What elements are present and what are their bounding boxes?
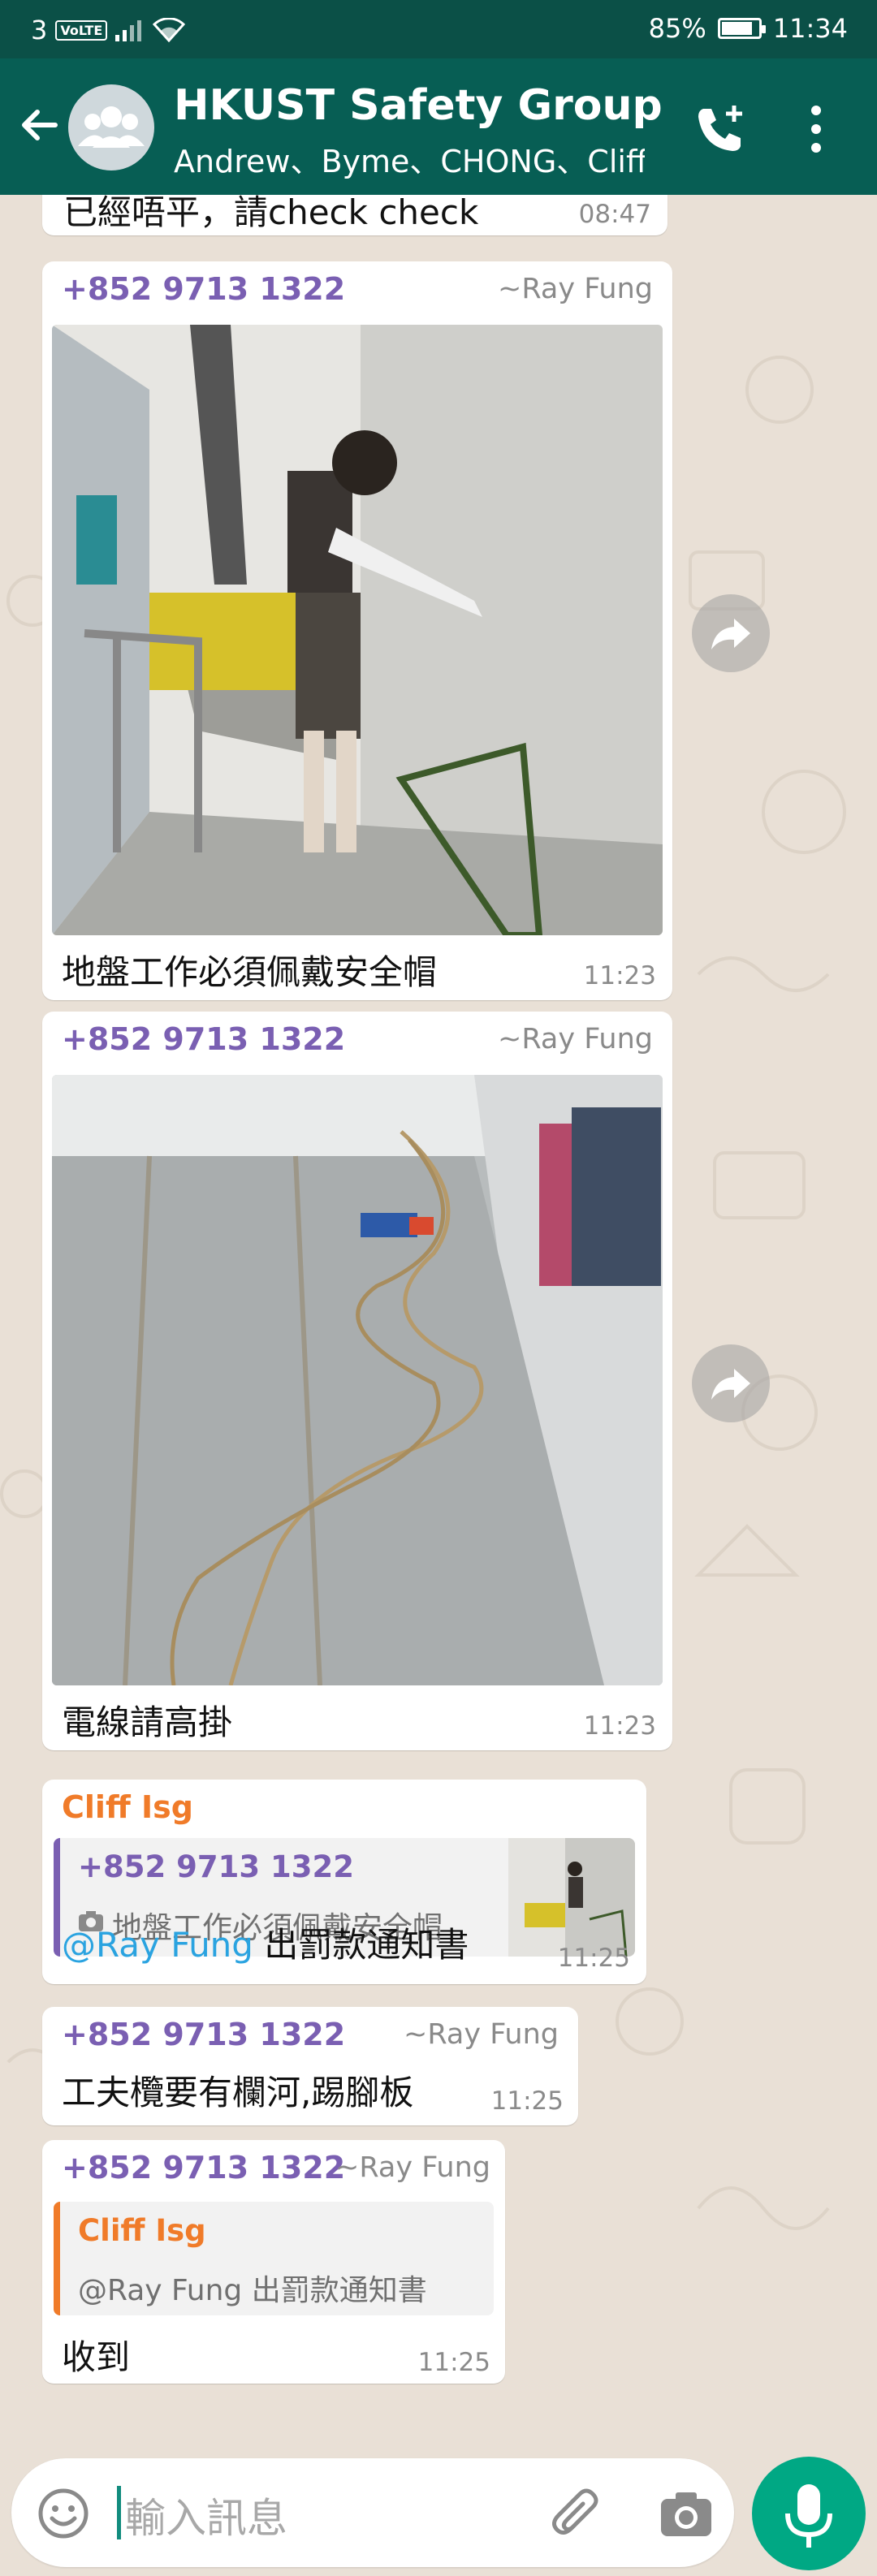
battery-icon [717, 18, 766, 39]
message-input[interactable]: 輸入訊息 [11, 2458, 734, 2567]
carrier-label: 3 [31, 15, 48, 45]
photo-caption: 電線請高掛 [62, 1702, 233, 1742]
photo-worker-plastering-wall[interactable] [52, 325, 663, 935]
message-text: 已經唔平，請check check [63, 195, 479, 232]
message-text: 工夫欖要有欄河,踢腳板 [62, 2073, 414, 2112]
message-time: 11:23 [583, 1711, 656, 1741]
volte-badge: VoLTE [55, 19, 108, 41]
back-arrow-icon[interactable] [15, 101, 63, 149]
chat-area[interactable]: 已經唔平，請check check 08:47 +852 9713 1322 ~… [0, 195, 877, 2452]
text-caret [117, 2486, 121, 2539]
wifi-icon [153, 18, 186, 42]
mention-link[interactable]: @Ray Fung [62, 1925, 253, 1965]
mic-icon [785, 2484, 832, 2548]
composer-bar: 輸入訊息 [0, 2452, 877, 2576]
message-bubble[interactable]: 已經唔平，請check check 08:47 [42, 195, 667, 235]
quoted-message[interactable]: Cliff Isg @Ray Fung 出罰款通知書 [54, 2202, 494, 2315]
quoted-sender: Cliff Isg [78, 2213, 206, 2248]
message-bubble[interactable]: +852 9713 1322 ~Ray Fung 電線請高掛 11:23 [42, 1012, 672, 1750]
message-time: 08:47 [578, 200, 651, 229]
quoted-thumbnail [508, 1838, 635, 1957]
group-members[interactable]: Andrew、Byme、CHONG、Cliff... [174, 136, 645, 181]
message-bubble[interactable]: +852 9713 1322 ~Ray Fung 地盤工作必須佩戴安全帽 11:… [42, 261, 672, 1000]
message-body: 出罰款通知書 [253, 1925, 469, 1965]
more-options-icon[interactable] [796, 102, 836, 156]
camera-icon[interactable] [658, 2486, 715, 2543]
sender-name[interactable]: Cliff Isg [62, 1789, 193, 1825]
message-text: @Ray Fung 出罰款通知書 [62, 1918, 469, 1967]
message-time: 11:25 [557, 1944, 630, 1973]
forward-icon [711, 619, 750, 649]
group-avatar[interactable] [68, 84, 154, 170]
sender-name[interactable]: +852 9713 1322 [62, 1021, 345, 1057]
emoji-icon[interactable] [36, 2486, 91, 2541]
forward-button[interactable] [692, 594, 770, 672]
message-bubble[interactable]: +852 9713 1322 ~Ray Fung 工夫欖要有欄河,踢腳板 11:… [42, 2007, 578, 2125]
sender-alias: ~Ray Fung [404, 2018, 559, 2051]
voice-record-button[interactable] [752, 2457, 866, 2570]
signal-icon [115, 20, 142, 41]
attach-icon[interactable] [547, 2486, 604, 2543]
battery-percent: 85% [648, 13, 706, 44]
message-bubble[interactable]: Cliff Isg +852 9713 1322 地盤工作必須佩戴安全帽 @Ra… [42, 1780, 646, 1984]
message-time: 11:25 [417, 2348, 490, 2377]
photo-caption: 地盤工作必須佩戴安全帽 [62, 952, 438, 992]
clock: 11:34 [772, 13, 848, 44]
message-text: 收到 [62, 2337, 131, 2377]
sender-alias: ~Ray Fung [498, 1023, 653, 1055]
status-bar: 3 VoLTE 85% 11:34 [0, 0, 877, 58]
quoted-text: @Ray Fung 出罰款通知書 [78, 2274, 427, 2307]
photo-cables-on-floor[interactable] [52, 1075, 663, 1685]
sender-name[interactable]: +852 9713 1322 [62, 271, 345, 307]
sender-name[interactable]: +852 9713 1322 [62, 2017, 345, 2052]
chat-header: HKUST Safety Group Andrew、Byme、CHONG、Cli… [0, 58, 877, 195]
quoted-sender: +852 9713 1322 [78, 1849, 354, 1884]
message-time: 11:25 [490, 2086, 564, 2116]
forward-button[interactable] [692, 1344, 770, 1422]
group-avatar-icon [78, 106, 145, 148]
sender-alias: ~Ray Fung [335, 2151, 490, 2184]
sender-name[interactable]: +852 9713 1322 [62, 2150, 345, 2186]
message-bubble[interactable]: +852 9713 1322 ~Ray Fung Cliff Isg @Ray … [42, 2140, 505, 2384]
message-placeholder[interactable]: 輸入訊息 [125, 2486, 287, 2544]
forward-icon [711, 1369, 750, 1400]
sender-alias: ~Ray Fung [498, 273, 653, 305]
group-title[interactable]: HKUST Safety Group [174, 81, 663, 130]
add-call-icon[interactable] [692, 101, 749, 157]
message-time: 11:23 [583, 961, 656, 990]
